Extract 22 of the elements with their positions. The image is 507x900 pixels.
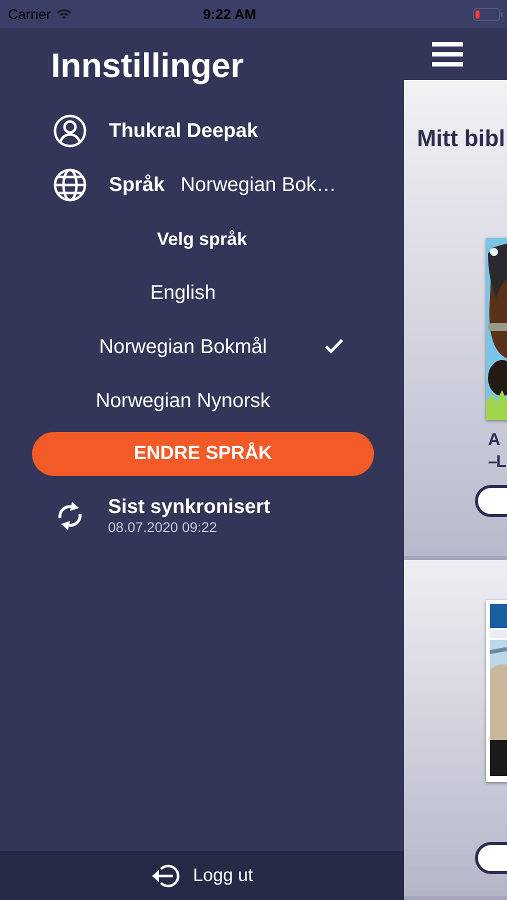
carrier-label: Carrier (8, 6, 51, 22)
user-icon (53, 114, 87, 148)
sync-label: Sist synkronisert (108, 496, 270, 519)
language-label: Språk (109, 174, 165, 196)
library-title: Mitt bibl (416, 124, 506, 152)
language-option[interactable]: Norwegian Nynorsk (96, 390, 270, 412)
book-title: A (488, 430, 500, 450)
logout-link[interactable]: Logg ut (192, 865, 254, 886)
language-option[interactable]: Norwegian Bokmål (99, 336, 267, 358)
battery-icon (473, 8, 503, 21)
sync-icon (56, 500, 84, 532)
settings-title: Innstillinger (51, 46, 244, 86)
language-heading: Velg språk (156, 229, 248, 249)
clock-time: 9:22 AM (203, 6, 256, 22)
globe-icon (53, 168, 87, 202)
language-option[interactable]: English (150, 282, 216, 304)
language-value[interactable]: Norwegian Bok… (180, 174, 336, 196)
sync-time: 08.07.2020 09:22 (108, 519, 218, 535)
menu-icon[interactable] (432, 42, 463, 66)
wifi-icon (56, 8, 72, 20)
user-name: Thukral Deepak (109, 120, 258, 142)
book-title: – L (488, 452, 506, 472)
